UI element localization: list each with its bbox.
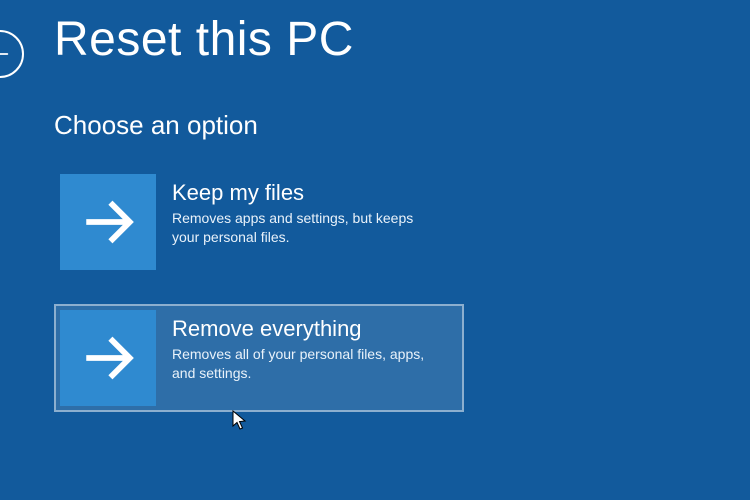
option-desc: Removes all of your personal files, apps… (172, 345, 432, 383)
option-remove-everything[interactable]: Remove everything Removes all of your pe… (54, 304, 464, 412)
back-button[interactable] (0, 30, 24, 78)
option-text: Keep my files Removes apps and settings,… (156, 174, 458, 247)
back-arrow-icon (0, 43, 11, 65)
page-subtitle: Choose an option (54, 110, 258, 141)
options-list: Keep my files Removes apps and settings,… (54, 168, 464, 440)
option-tile (60, 174, 156, 270)
option-keep-my-files[interactable]: Keep my files Removes apps and settings,… (54, 168, 464, 276)
arrow-right-icon (79, 329, 137, 387)
page-title: Reset this PC (54, 12, 354, 67)
reset-pc-screen: Reset this PC Choose an option Keep my f… (0, 0, 750, 500)
option-title: Remove everything (172, 316, 448, 341)
option-title: Keep my files (172, 180, 448, 205)
option-text: Remove everything Removes all of your pe… (156, 310, 458, 383)
arrow-right-icon (79, 193, 137, 251)
option-desc: Removes apps and settings, but keeps you… (172, 209, 432, 247)
option-tile (60, 310, 156, 406)
